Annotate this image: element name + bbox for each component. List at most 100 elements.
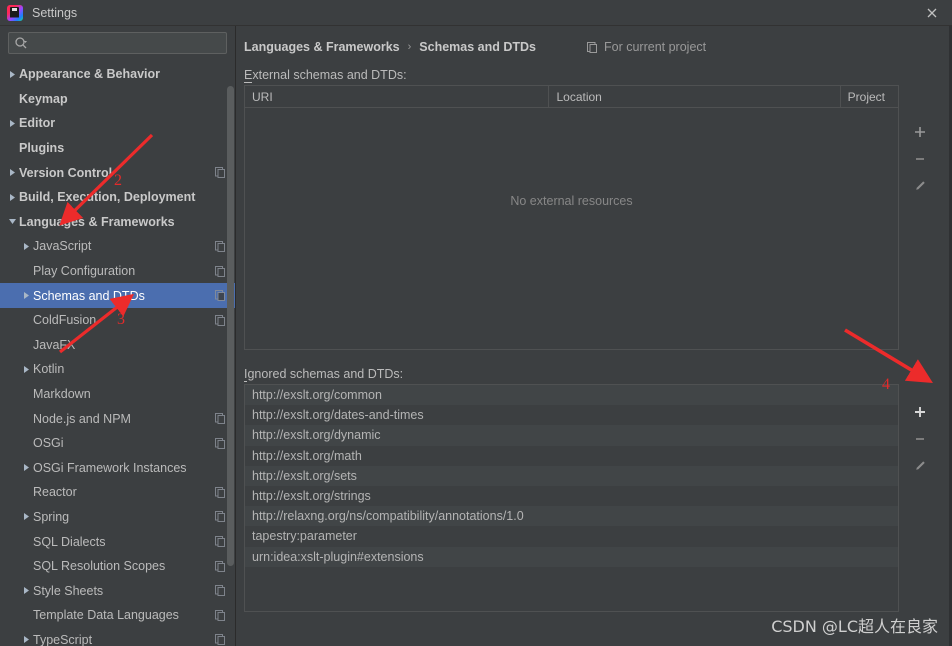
sidebar-item-editor[interactable]: Editor bbox=[0, 111, 235, 136]
list-item[interactable]: http://exslt.org/strings bbox=[245, 485, 898, 507]
chevron-right-icon[interactable] bbox=[6, 119, 19, 128]
breadcrumb-current: Schemas and DTDs bbox=[419, 40, 536, 54]
sidebar-item-label: Build, Execution, Deployment bbox=[19, 190, 196, 205]
add-ignored-schema-button[interactable] bbox=[907, 398, 932, 425]
project-scope-icon bbox=[214, 486, 227, 499]
sidebar-item-spring[interactable]: Spring bbox=[0, 505, 235, 530]
chevron-right-icon[interactable] bbox=[20, 242, 33, 251]
sidebar-item-sql-dialects[interactable]: SQL Dialects bbox=[0, 529, 235, 554]
sidebar-item-label: Keymap bbox=[19, 91, 68, 106]
sidebar-item-label: Play Configuration bbox=[33, 264, 136, 279]
sidebar-item-label: Kotlin bbox=[33, 362, 65, 377]
annotation-number-3: 3 bbox=[117, 311, 125, 328]
remove-external-schema-button[interactable] bbox=[907, 145, 932, 172]
remove-ignored-schema-button[interactable] bbox=[907, 425, 932, 452]
sidebar-scrollbar[interactable] bbox=[227, 28, 234, 613]
add-external-schema-button[interactable] bbox=[907, 118, 932, 145]
project-scope-icon bbox=[215, 585, 225, 597]
list-item[interactable]: http://relaxng.org/ns/compatibility/anno… bbox=[245, 506, 898, 527]
list-item[interactable]: urn:idea:xslt-plugin#extensions bbox=[245, 546, 898, 567]
sidebar-item-languages-frameworks[interactable]: Languages & Frameworks bbox=[0, 210, 235, 235]
search-input[interactable] bbox=[8, 32, 227, 54]
edit-external-schema-button[interactable] bbox=[907, 172, 932, 199]
chevron-right-icon bbox=[10, 119, 15, 127]
project-scope-icon bbox=[215, 240, 225, 252]
sidebar-item-typescript[interactable]: TypeScript bbox=[0, 628, 235, 646]
list-item[interactable]: http://exslt.org/dynamic bbox=[245, 425, 898, 446]
sidebar-item-label: TypeScript bbox=[33, 632, 93, 646]
edit-icon bbox=[915, 460, 925, 470]
sidebar-item-label: Appearance & Behavior bbox=[19, 67, 161, 82]
sidebar-item-osgi[interactable]: OSGi bbox=[0, 431, 235, 456]
settings-sidebar: Appearance & Behavior Keymap Editor Plugins… bbox=[0, 26, 236, 646]
chevron-right-icon[interactable] bbox=[6, 70, 19, 79]
sidebar-item-reactor[interactable]: Reactor bbox=[0, 480, 235, 505]
sidebar-item-kotlin[interactable]: Kotlin bbox=[0, 357, 235, 382]
list-item[interactable]: http://exslt.org/math bbox=[245, 445, 898, 466]
table-column-header-project[interactable]: Project bbox=[841, 86, 898, 107]
sidebar-item-label: SQL Resolution Scopes bbox=[33, 559, 166, 574]
chevron-right-icon[interactable] bbox=[20, 291, 33, 300]
chevron-right-icon bbox=[24, 365, 29, 373]
sidebar-item-style-sheets[interactable]: Style Sheets bbox=[0, 578, 235, 603]
project-scope-icon bbox=[214, 289, 227, 302]
close-button[interactable] bbox=[912, 0, 952, 26]
chevron-right-icon bbox=[24, 513, 29, 521]
edit-icon bbox=[915, 180, 925, 190]
sidebar-item-play-configuration[interactable]: Play Configuration bbox=[0, 259, 235, 284]
chevron-right-icon[interactable] bbox=[20, 512, 33, 521]
remove-icon bbox=[915, 437, 924, 440]
project-scope-icon bbox=[214, 240, 227, 253]
breadcrumb-parent[interactable]: Languages & Frameworks bbox=[244, 40, 400, 54]
sidebar-item-node-js-and-npm[interactable]: Node.js and NPM bbox=[0, 406, 235, 431]
chevron-right-icon[interactable] bbox=[20, 635, 33, 644]
chevron-right-icon[interactable] bbox=[6, 193, 19, 202]
chevron-right-icon[interactable] bbox=[20, 365, 33, 374]
chevron-down-icon[interactable] bbox=[6, 217, 19, 226]
watermark: CSDN @LC超人在良家 bbox=[771, 617, 938, 636]
sidebar-item-label: OSGi Framework Instances bbox=[33, 460, 187, 475]
sidebar-item-plugins[interactable]: Plugins bbox=[0, 136, 235, 161]
settings-tree[interactable]: Appearance & Behavior Keymap Editor Plugins… bbox=[0, 61, 235, 646]
project-scope-icon bbox=[214, 633, 227, 646]
project-scope-icon bbox=[215, 560, 225, 572]
project-scope-icon bbox=[214, 437, 227, 450]
add-icon bbox=[914, 406, 925, 417]
chevron-right-icon bbox=[24, 292, 29, 300]
sidebar-item-schemas-and-dtds[interactable]: Schemas and DTDs bbox=[0, 283, 235, 308]
list-item[interactable]: http://exslt.org/dates-and-times bbox=[245, 405, 898, 426]
sidebar-item-label: Style Sheets bbox=[33, 583, 104, 598]
chevron-right-icon[interactable] bbox=[20, 463, 33, 472]
chevron-right-icon bbox=[24, 242, 29, 250]
sidebar-item-label: SQL Dialects bbox=[33, 534, 106, 549]
external-schemas-label-rest: xternal schemas and DTDs: bbox=[252, 68, 407, 82]
breadcrumb: Languages & Frameworks › Schemas and DTD… bbox=[236, 26, 952, 54]
project-scope-icon bbox=[214, 560, 227, 573]
project-scope-icon bbox=[214, 412, 227, 425]
ignored-schemas-list[interactable]: http://exslt.org/common http://exslt.org/… bbox=[244, 384, 899, 612]
project-scope-icon bbox=[215, 314, 225, 326]
project-scope-icon bbox=[215, 437, 225, 449]
project-scope-icon bbox=[214, 510, 227, 523]
table-column-header-location[interactable]: Location bbox=[549, 86, 841, 107]
sidebar-item-template-data-languages[interactable]: Template Data Languages bbox=[0, 603, 235, 628]
edit-ignored-schema-button[interactable] bbox=[907, 452, 932, 479]
sidebar-item-osgi-framework-instances[interactable]: OSGi Framework Instances bbox=[0, 456, 235, 481]
sidebar-item-javascript[interactable]: JavaScript bbox=[0, 234, 235, 259]
sidebar-item-javafx[interactable]: JavaFX bbox=[0, 333, 235, 358]
sidebar-item-label: OSGi bbox=[33, 436, 64, 451]
sidebar-item-markdown[interactable]: Markdown bbox=[0, 382, 235, 407]
sidebar-scrollbar-thumb[interactable] bbox=[227, 86, 234, 566]
annotation-number-2: 2 bbox=[114, 172, 122, 189]
sidebar-item-sql-resolution-scopes[interactable]: SQL Resolution Scopes bbox=[0, 554, 235, 579]
list-item[interactable]: tapestry:parameter bbox=[245, 526, 898, 547]
list-item[interactable]: http://exslt.org/common bbox=[245, 385, 898, 406]
chevron-right-icon[interactable] bbox=[6, 168, 19, 177]
sidebar-item-appearance-behavior[interactable]: Appearance & Behavior bbox=[0, 62, 235, 87]
chevron-right-icon[interactable] bbox=[20, 586, 33, 595]
external-schemas-table[interactable]: URI Location Project No external resources bbox=[244, 85, 899, 350]
chevron-right-icon bbox=[10, 169, 15, 177]
table-column-header-uri[interactable]: URI bbox=[245, 86, 550, 107]
sidebar-item-keymap[interactable]: Keymap bbox=[0, 87, 235, 112]
list-item[interactable]: http://exslt.org/sets bbox=[245, 465, 898, 486]
